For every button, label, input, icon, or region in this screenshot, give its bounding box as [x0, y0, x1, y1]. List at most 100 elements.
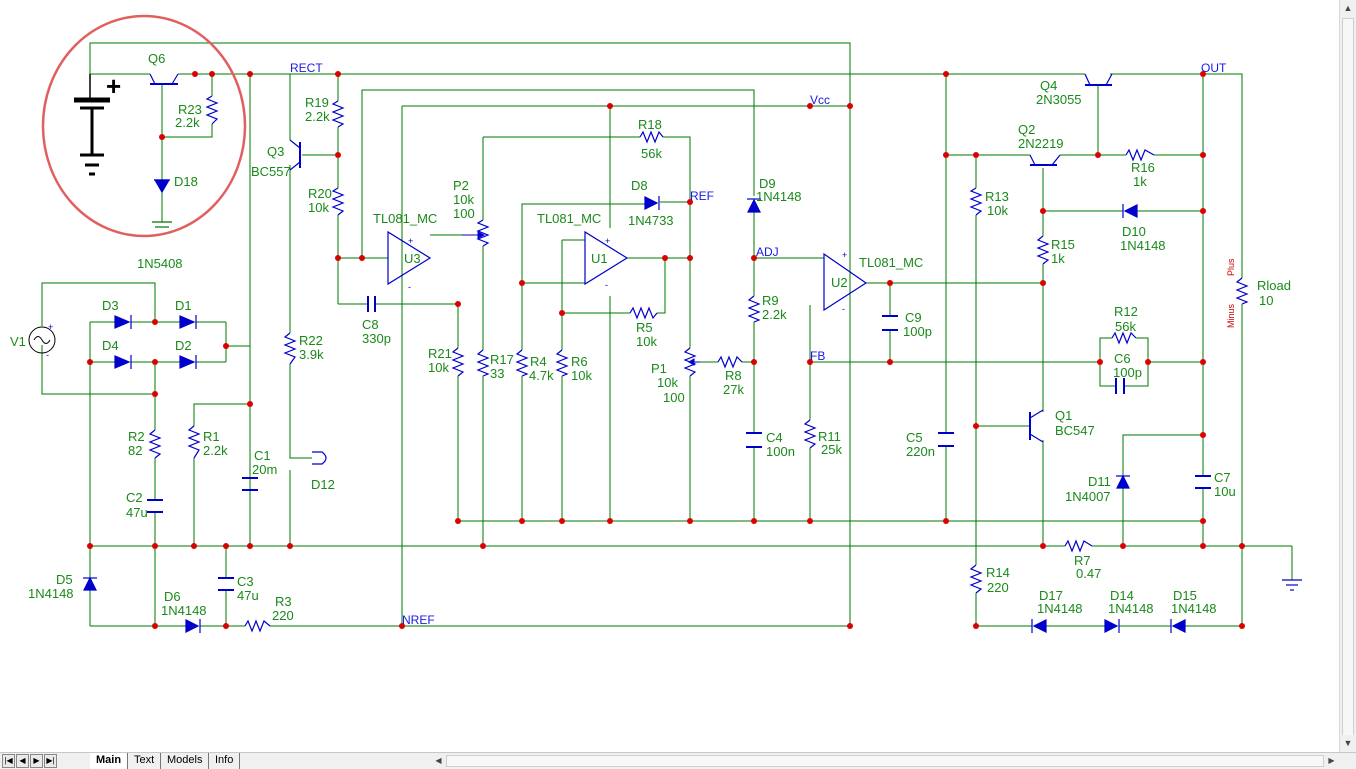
junction-dot	[223, 343, 229, 349]
c2-value: 47u	[126, 505, 148, 520]
c4-value: 100n	[766, 444, 795, 459]
opamp-pin-signs: + - + - + - + -	[46, 236, 847, 360]
node-out: OUT	[1201, 61, 1227, 75]
junction-dot	[191, 543, 197, 549]
previous-page-icon[interactable]: ◀	[16, 754, 29, 768]
u1-model: TL081_MC	[537, 211, 601, 226]
junction-dot	[607, 103, 613, 109]
r14-value: 220	[987, 580, 1009, 595]
q3-value: BC557	[251, 164, 291, 179]
c4-label: C4	[766, 430, 783, 445]
d6-value: 1N4148	[161, 603, 207, 618]
v1-label: V1	[10, 334, 26, 349]
meter-plus-label: Plus	[1226, 258, 1236, 276]
junction-dot	[1040, 280, 1046, 286]
junction-dot	[847, 103, 853, 109]
component-symbols	[28, 73, 1302, 633]
junction-dot	[192, 71, 198, 77]
bottom-tab-bar: |◀ ◀ ▶ ▶| Main Text Models Info ◀ ▶	[0, 752, 1356, 769]
r6-value: 10k	[571, 368, 592, 383]
horizontal-scrollbar[interactable]: ◀ ▶	[432, 754, 1338, 768]
tab-main[interactable]: Main	[90, 753, 129, 769]
next-page-icon[interactable]: ▶	[30, 754, 43, 768]
scroll-left-icon[interactable]: ◀	[432, 754, 445, 768]
c9-value: 100p	[903, 324, 932, 339]
junction-dot	[1097, 359, 1103, 365]
supply-plus-sign: +	[106, 71, 121, 101]
svg-text:-: -	[408, 282, 411, 292]
junction-dot	[359, 255, 365, 261]
c3-label: C3	[237, 574, 254, 589]
junction-dot	[1120, 543, 1126, 549]
r22-value: 3.9k	[299, 347, 324, 362]
r19-value: 2.2k	[305, 109, 330, 124]
r3-label: R3	[275, 594, 292, 609]
r17-value: 33	[490, 366, 504, 381]
junction-dot	[247, 543, 253, 549]
junction-dot	[152, 319, 158, 325]
junction-dot	[1239, 543, 1245, 549]
c7-label: C7	[1214, 470, 1231, 485]
junction-dot	[1200, 432, 1206, 438]
scroll-down-icon[interactable]: ▼	[1340, 735, 1356, 752]
horizontal-scroll-thumb[interactable]	[446, 755, 1324, 767]
junction-dot	[1200, 208, 1206, 214]
c1-label: C1	[254, 448, 271, 463]
r21-value: 10k	[428, 360, 449, 375]
r4-value: 4.7k	[529, 368, 554, 383]
c9-label: C9	[905, 310, 922, 325]
r12-value: 56k	[1115, 319, 1136, 334]
tab-info[interactable]: Info	[209, 753, 241, 769]
last-page-icon[interactable]: ▶|	[44, 754, 57, 768]
node-nref: NREF	[402, 613, 435, 627]
r5-value: 10k	[636, 334, 657, 349]
u3-model: TL081_MC	[373, 211, 437, 226]
junction-dot	[887, 359, 893, 365]
tab-models[interactable]: Models	[161, 753, 210, 769]
p2-value2: 100	[453, 206, 475, 221]
d8-label: D8	[631, 178, 648, 193]
c2-label: C2	[126, 490, 143, 505]
d10-label: D10	[1122, 224, 1146, 239]
first-page-icon[interactable]: |◀	[2, 754, 15, 768]
highlight-circle	[41, 14, 247, 238]
q1-label: Q1	[1055, 408, 1072, 423]
r17-label: R17	[490, 352, 514, 367]
junction-dot	[559, 518, 565, 524]
d4-label: D4	[102, 338, 119, 353]
junction-dot	[247, 401, 253, 407]
r13-value: 10k	[987, 203, 1008, 218]
r2-label: R2	[128, 429, 145, 444]
junction-dot	[943, 518, 949, 524]
r16-label: R16	[1131, 160, 1155, 175]
node-ref: REF	[690, 189, 714, 203]
scroll-right-icon[interactable]: ▶	[1325, 754, 1338, 768]
c1-value: 20m	[252, 462, 277, 477]
d18-label: D18	[174, 174, 198, 189]
svg-text:-: -	[46, 350, 49, 360]
schematic-canvas[interactable]: + + - + - + - + - RECT Vcc OUT REF ADJ FB NR…	[0, 0, 1339, 752]
d12-label: D12	[311, 477, 335, 492]
c8-label: C8	[362, 317, 379, 332]
d11-label: D11	[1088, 474, 1111, 489]
junction-dot	[455, 301, 461, 307]
junction-dot	[223, 623, 229, 629]
vertical-scroll-thumb[interactable]	[1342, 18, 1354, 736]
junction-dot	[87, 543, 93, 549]
r19-label: R19	[305, 95, 329, 110]
scroll-up-icon[interactable]: ▲	[1340, 0, 1356, 17]
c7-value: 10u	[1214, 484, 1236, 499]
junction-dot	[687, 255, 693, 261]
u1-label: U1	[591, 251, 608, 266]
rload-value: 10	[1259, 293, 1273, 308]
node-adj: ADJ	[756, 245, 779, 259]
junction-dot	[1145, 359, 1151, 365]
u3-label: U3	[404, 251, 421, 266]
r18-value: 56k	[641, 146, 662, 161]
junction-dot	[943, 71, 949, 77]
q1-value: BC547	[1055, 423, 1095, 438]
r4-label: R4	[530, 354, 547, 369]
vertical-scrollbar[interactable]: ▲ ▼	[1339, 0, 1356, 752]
junction-dot	[687, 518, 693, 524]
tab-text[interactable]: Text	[128, 753, 162, 769]
